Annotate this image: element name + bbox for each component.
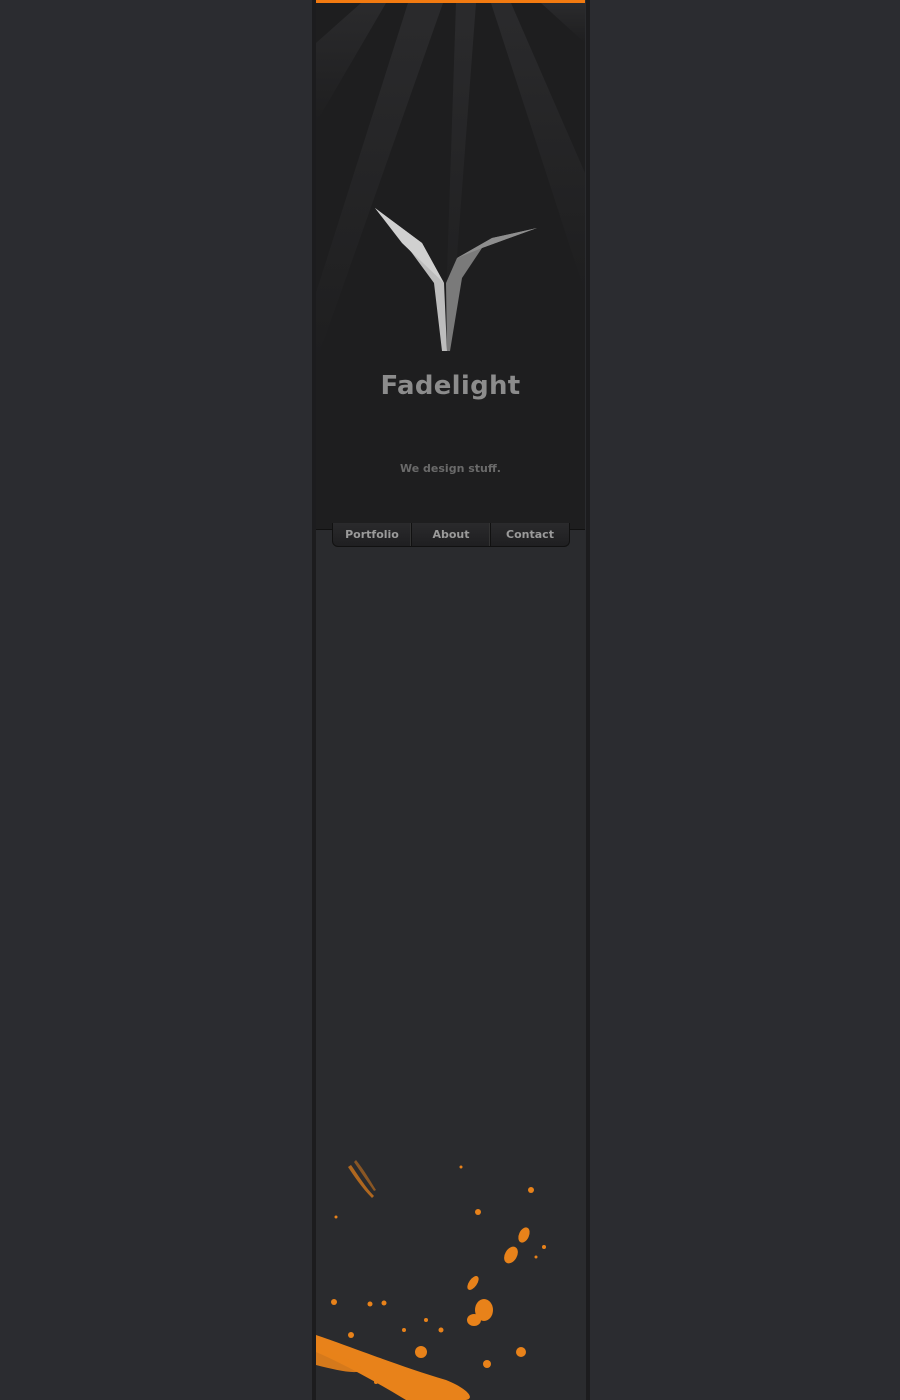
nav-about-link[interactable]: About [412, 523, 491, 546]
nav-contact-link[interactable]: Contact [491, 523, 569, 546]
site-header: Fadelight We design stuff. [316, 3, 585, 530]
paint-splatter-decoration [316, 1160, 546, 1400]
brand-title: Fadelight [380, 371, 521, 401]
nav-portfolio-link[interactable]: Portfolio [333, 523, 412, 546]
fadelight-logo-icon [375, 208, 537, 351]
tagline: We design stuff. [400, 462, 501, 475]
page: Fadelight We design stuff. Portfolio Abo… [0, 0, 900, 1400]
main-nav: Portfolio About Contact [332, 523, 570, 547]
